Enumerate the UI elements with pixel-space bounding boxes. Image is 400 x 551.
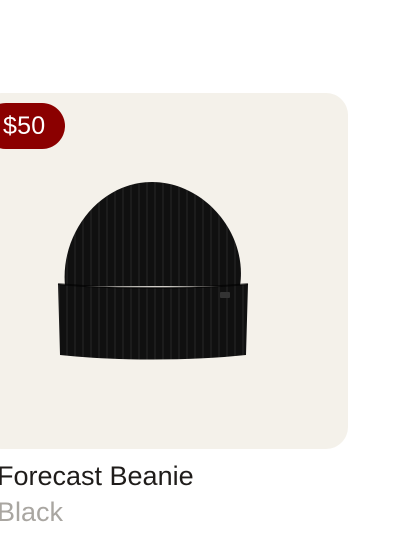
price-badge: $50 [0,103,66,149]
product-grid-page: $50 Forecast Beanie Black [0,0,400,551]
product-card[interactable]: $50 [0,93,348,449]
product-color-label: Black [0,497,64,527]
beanie-image [57,182,249,360]
product-image-frame[interactable]: $50 [0,93,348,449]
product-title[interactable]: Forecast Beanie [0,459,194,493]
